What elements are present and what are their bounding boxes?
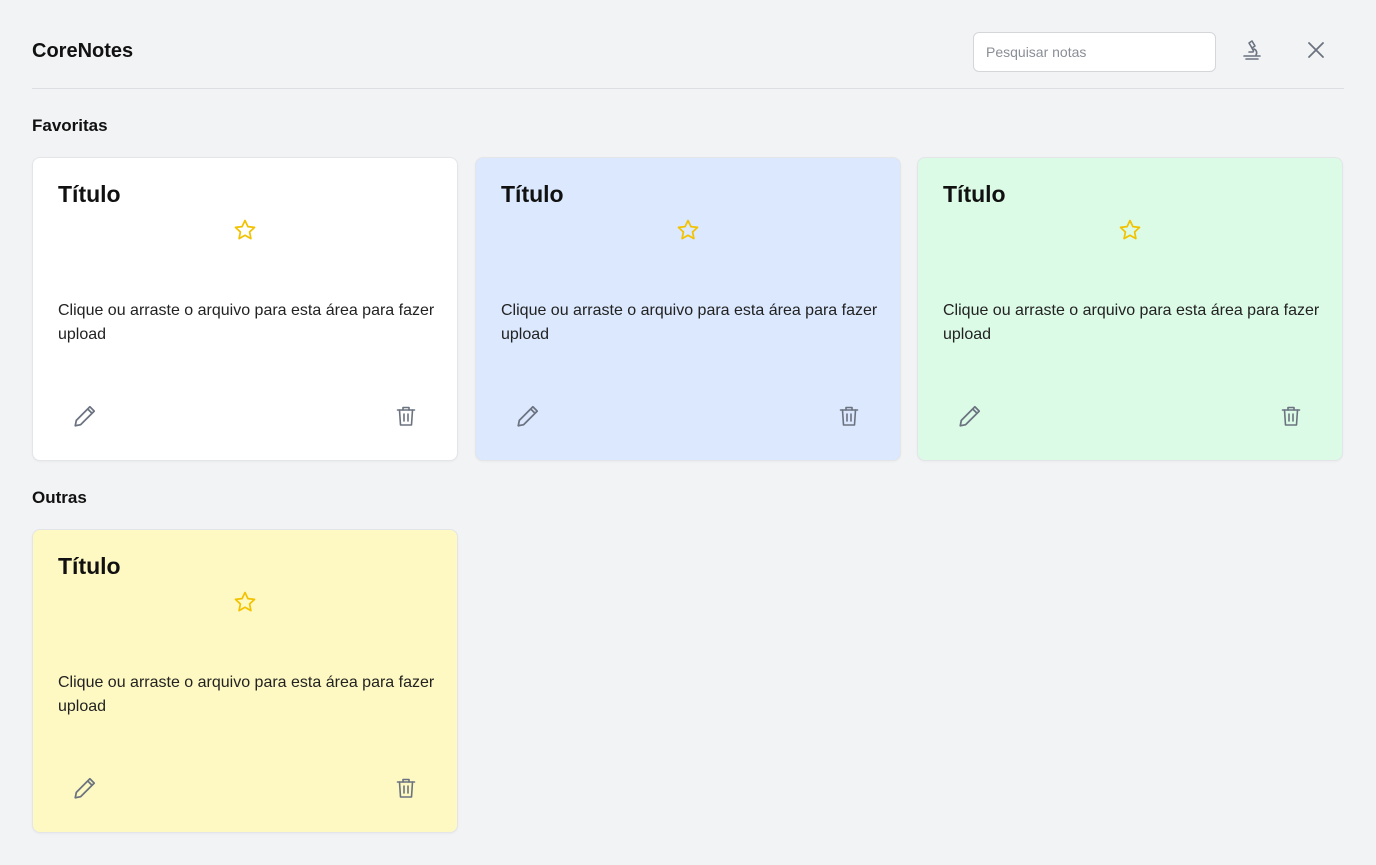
note-title: Título (58, 181, 121, 207)
note-card[interactable]: Título Clique ou arraste o arquivo para … (917, 157, 1343, 461)
trash-icon (1279, 404, 1303, 433)
pencil-icon (957, 403, 983, 434)
edit-button[interactable] (512, 402, 544, 434)
note-card[interactable]: Título Clique ou arraste o arquivo para … (32, 529, 458, 833)
trash-icon (394, 404, 418, 433)
edit-button[interactable] (954, 402, 986, 434)
trash-icon (837, 404, 861, 433)
microscope-button[interactable] (1236, 36, 1268, 68)
pencil-icon (515, 403, 541, 434)
edit-button[interactable] (69, 774, 101, 806)
note-card[interactable]: Título Clique ou arraste o arquivo para … (475, 157, 901, 461)
note-title: Título (943, 181, 1006, 207)
star-icon (676, 218, 700, 247)
microscope-icon (1240, 38, 1264, 67)
close-button[interactable] (1300, 36, 1332, 68)
trash-icon (394, 776, 418, 805)
delete-button[interactable] (833, 402, 865, 434)
note-body: Clique ou arraste o arquivo para esta ár… (58, 302, 435, 343)
others-section-title: Outras (32, 488, 87, 507)
search-input[interactable] (973, 32, 1216, 72)
note-title: Título (501, 181, 564, 207)
favorites-section-title: Favoritas (32, 116, 108, 135)
app-header: CoreNotes (32, 0, 1344, 89)
star-icon (233, 590, 257, 619)
note-body: Clique ou arraste o arquivo para esta ár… (58, 674, 435, 715)
pencil-icon (72, 775, 98, 806)
favorite-toggle[interactable] (1117, 219, 1143, 245)
close-icon (1306, 40, 1326, 65)
delete-button[interactable] (1275, 402, 1307, 434)
app-title: CoreNotes (32, 40, 134, 62)
note-title: Título (58, 553, 121, 579)
delete-button[interactable] (390, 402, 422, 434)
pencil-icon (72, 403, 98, 434)
star-icon (1118, 218, 1142, 247)
edit-button[interactable] (69, 402, 101, 434)
star-icon (233, 218, 257, 247)
note-body: Clique ou arraste o arquivo para esta ár… (501, 302, 878, 343)
favorite-toggle[interactable] (675, 219, 701, 245)
favorite-toggle[interactable] (232, 591, 258, 617)
favorite-toggle[interactable] (232, 219, 258, 245)
delete-button[interactable] (390, 774, 422, 806)
note-body: Clique ou arraste o arquivo para esta ár… (943, 302, 1320, 343)
note-card[interactable]: Título Clique ou arraste o arquivo para … (32, 157, 458, 461)
